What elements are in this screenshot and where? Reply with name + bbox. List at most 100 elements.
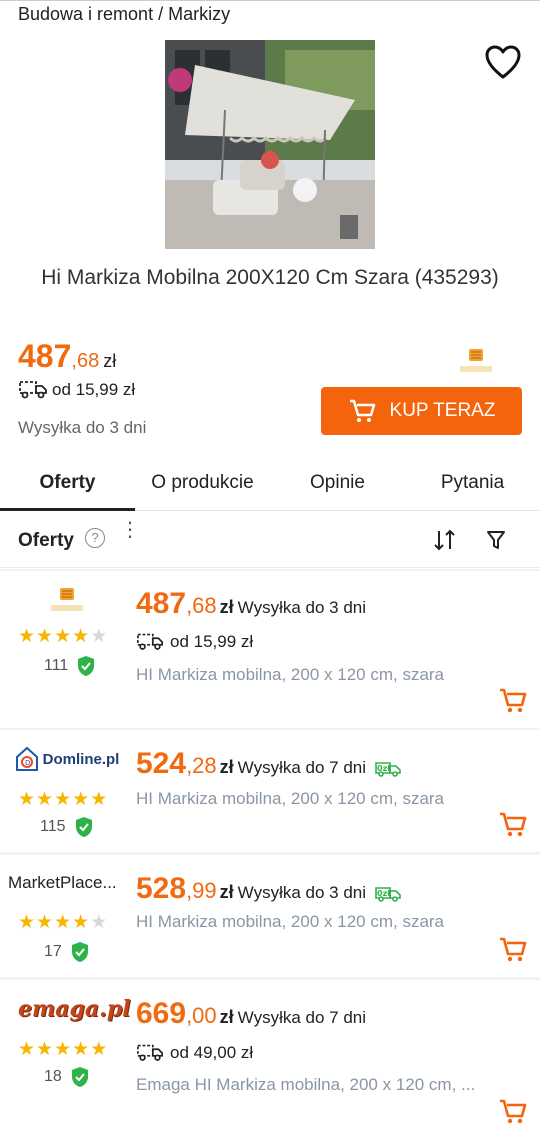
offer-price-decimal: ,68: [186, 593, 217, 618]
rating-stars: ★ ★ ★ ★ ★: [18, 790, 107, 810]
shipping-time: Wysyłka do 3 dni: [18, 418, 147, 437]
star-icon: ★: [36, 789, 54, 810]
star-icon: ★: [72, 912, 90, 933]
star-icon: ★: [54, 1039, 72, 1060]
offer-price-integer: 528: [136, 872, 187, 905]
star-icon: ★: [36, 912, 54, 933]
offer-price-integer: 524: [136, 747, 187, 780]
add-to-cart-icon[interactable]: [498, 1098, 528, 1126]
sort-icon[interactable]: [432, 528, 458, 552]
domline-logo-icon: D: [15, 746, 38, 771]
offer-card[interactable]: MarketPlace... ★ ★ ★ ★ ★ 17 528,99 zł Wysyłka …: [0, 855, 540, 977]
verified-shield-icon: [71, 1067, 88, 1087]
star-icon: ★: [54, 912, 72, 933]
review-count-value: 111: [44, 657, 69, 674]
star-icon: ★: [90, 789, 108, 810]
breadcrumb[interactable]: Budowa i remont / Markizy: [18, 4, 230, 25]
product-tabs: Oferty O produkcie Opinie Pytania: [0, 455, 540, 511]
offer-product-name[interactable]: HI Markiza mobilna, 200 x 120 cm, szara: [136, 789, 516, 809]
star-icon: ★: [18, 912, 36, 933]
verified-shield-icon: [71, 942, 88, 962]
offer-card[interactable]: ★ ★ ★ ★ ★ 111 487,68 zł Wysyłka do 3 dni od 15…: [0, 571, 540, 728]
offer-product-name[interactable]: Emaga HI Markiza mobilna, 200 x 120 cm, …: [136, 1075, 516, 1095]
offers-title: Oferty: [18, 530, 74, 551]
star-icon: ★: [72, 626, 90, 647]
offer-price: 669,00 zł Wysyłka do 7 dni: [136, 997, 366, 1031]
tab-reviews[interactable]: Opinie: [270, 455, 405, 510]
offer-delivery: od 49,00 zł: [136, 1043, 253, 1063]
offer-shipping: Wysyłka do 7 dni: [237, 1008, 367, 1027]
review-count: 111: [44, 655, 96, 677]
star-icon: ★: [90, 1039, 108, 1060]
delivery-truck-icon: [137, 633, 163, 650]
add-to-cart-icon[interactable]: [498, 687, 528, 715]
seller-logo-bestbuy[interactable]: [8, 585, 126, 620]
free-delivery-icon: 0zł: [375, 761, 402, 777]
seller-logo-marketplace[interactable]: MarketPlace...: [8, 873, 126, 893]
offer-delivery-price: od 49,00 zł: [170, 1043, 254, 1062]
favorite-heart-icon[interactable]: [484, 44, 522, 80]
verified-shield-icon: [78, 656, 95, 676]
star-icon: ★: [36, 1039, 54, 1060]
review-count: 18: [44, 1066, 90, 1088]
star-icon: ★: [90, 626, 108, 647]
rating-stars: ★ ★ ★ ★ ★: [18, 627, 107, 647]
offer-price: 528,99 zł Wysyłka do 3 dni 0zł: [136, 872, 404, 906]
offer-card[interactable]: emaga.pl ★ ★ ★ ★ ★ 18 669,00 zł Wysyłka do 7 d…: [0, 980, 540, 1134]
delivery-price: od 15,99 zł: [52, 380, 136, 399]
filter-icon[interactable]: [484, 528, 508, 552]
offer-currency: zł: [219, 882, 234, 902]
review-count-value: 115: [40, 818, 66, 835]
seller-logo-domline[interactable]: D Domline.pl: [8, 746, 126, 772]
product-image[interactable]: [165, 40, 375, 249]
offer-shipping: Wysyłka do 7 dni: [237, 758, 367, 777]
tab-product-info[interactable]: O produkcie: [135, 455, 270, 510]
offer-product-name[interactable]: HI Markiza mobilna, 200 x 120 cm, szara: [136, 665, 516, 685]
help-icon[interactable]: ?: [85, 528, 105, 548]
buy-now-button[interactable]: KUP TERAZ: [321, 387, 522, 435]
price-decimal: ,68: [71, 350, 100, 372]
review-count: 115: [40, 816, 94, 838]
offer-product-name[interactable]: HI Markiza mobilna, 200 x 120 cm, szara: [136, 912, 516, 932]
offer-price: 487,68 zł Wysyłka do 3 dni: [136, 587, 366, 621]
seller-logo-emaga[interactable]: emaga.pl: [18, 996, 131, 1022]
seller-name: emaga.pl: [18, 996, 131, 1022]
review-count-value: 17: [44, 943, 62, 960]
offer-currency: zł: [219, 757, 234, 777]
offer-card[interactable]: D Domline.pl ★ ★ ★ ★ ★ 115 524,28 zł Wysyłka d…: [0, 730, 540, 852]
seller-logo[interactable]: [456, 346, 496, 376]
svg-text:D: D: [25, 759, 30, 767]
add-to-cart-icon[interactable]: [498, 936, 528, 964]
delivery-truck-icon: [19, 381, 47, 399]
offer-price-integer: 669: [136, 997, 187, 1030]
price-integer: 487: [18, 338, 72, 374]
star-icon: ★: [54, 626, 72, 647]
tab-questions[interactable]: Pytania: [405, 455, 540, 510]
star-icon: ★: [90, 912, 108, 933]
offer-price: 524,28 zł Wysyłka do 7 dni 0zł: [136, 747, 404, 781]
star-icon: ★: [36, 626, 54, 647]
delivery-info: od 15,99 zł: [18, 380, 135, 400]
offer-price-decimal: ,99: [186, 878, 217, 903]
add-to-cart-icon[interactable]: [498, 811, 528, 839]
more-options-icon[interactable]: ⋮: [120, 520, 140, 540]
review-count-value: 18: [44, 1068, 62, 1085]
verified-shield-icon: [75, 817, 92, 837]
top-divider: [0, 0, 540, 1]
cart-icon: [349, 399, 375, 422]
offer-shipping: Wysyłka do 3 dni: [237, 883, 367, 902]
offer-currency: zł: [219, 1007, 234, 1027]
offer-shipping: Wysyłka do 3 dni: [237, 598, 367, 617]
star-icon: ★: [18, 626, 36, 647]
seller-name: Domline.pl: [42, 750, 120, 768]
svg-text:0zł: 0zł: [377, 889, 391, 898]
product-price: 487,68 zł: [18, 338, 116, 375]
review-count: 17: [44, 941, 90, 963]
offer-price-decimal: ,00: [186, 1003, 217, 1028]
star-icon: ★: [18, 789, 36, 810]
rating-stars: ★ ★ ★ ★ ★: [18, 913, 107, 933]
offer-delivery-price: od 15,99 zł: [170, 632, 254, 651]
rating-stars: ★ ★ ★ ★ ★: [18, 1040, 107, 1060]
offers-header: Oferty ? ⋮: [0, 512, 540, 568]
tab-offers[interactable]: Oferty: [0, 455, 135, 511]
